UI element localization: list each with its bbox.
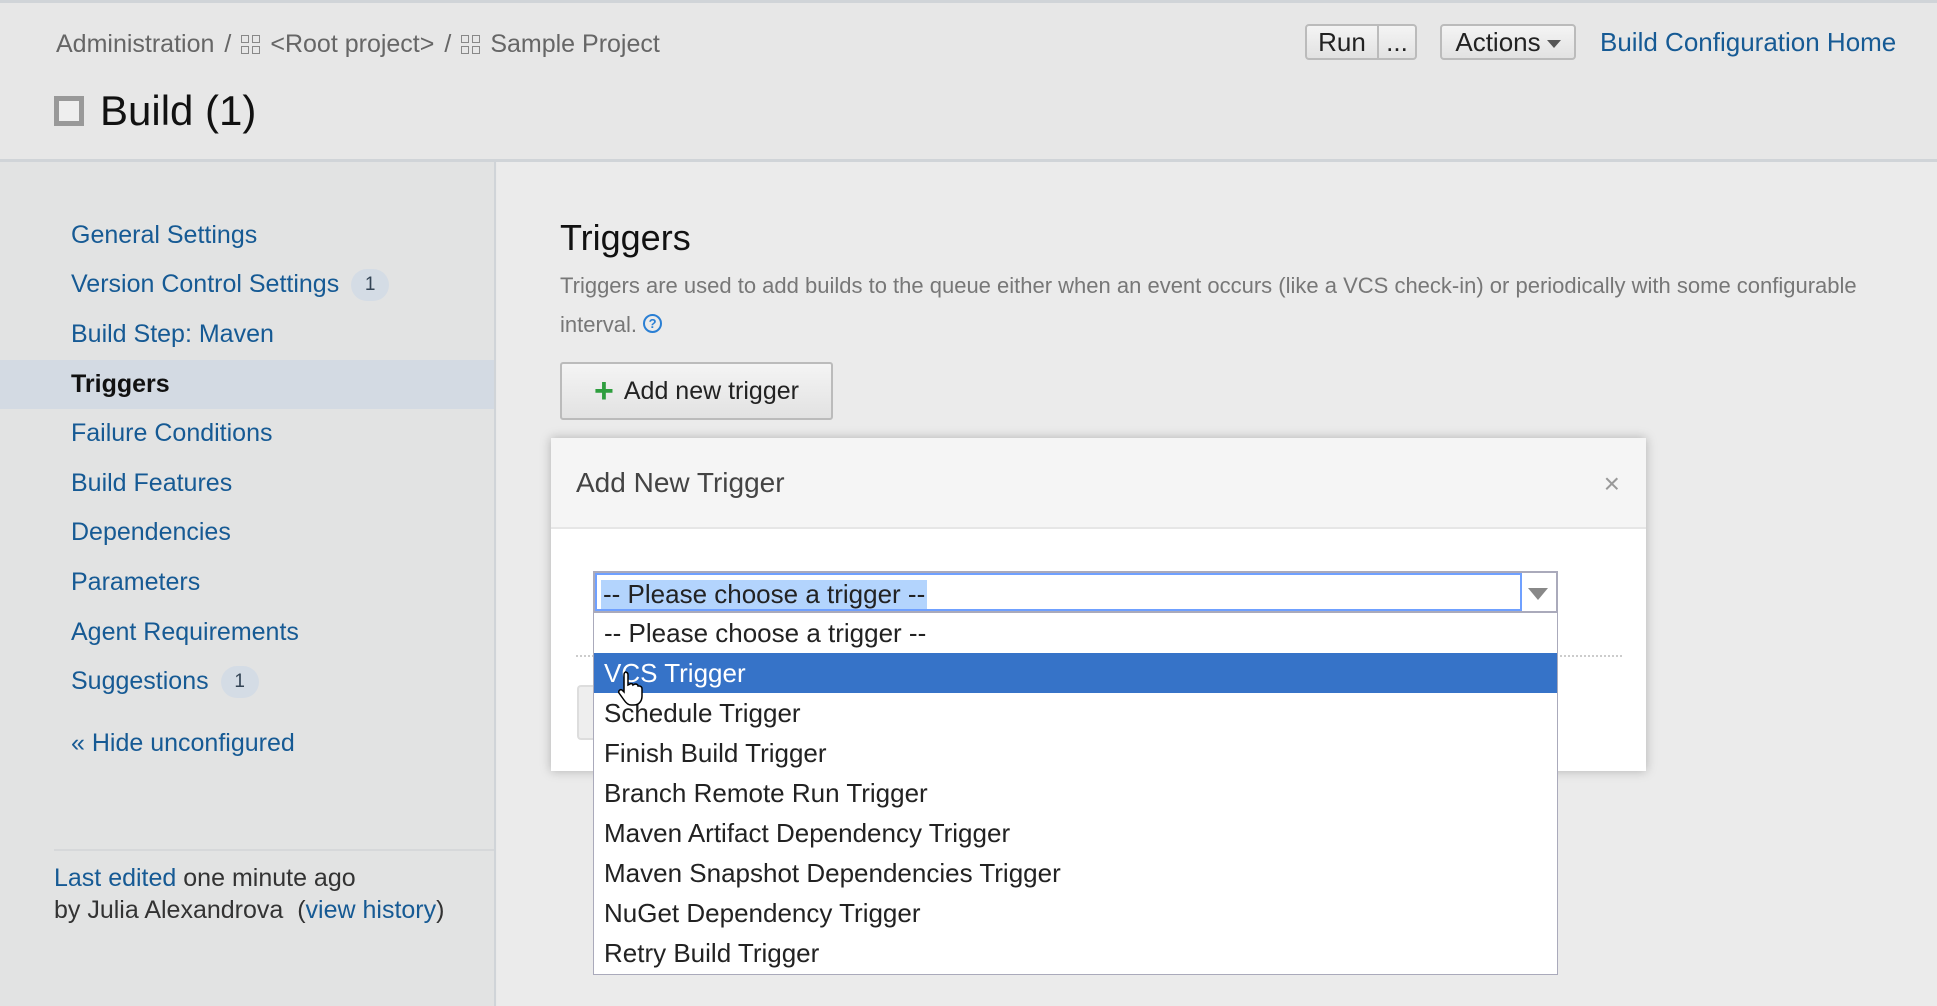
page-title-text: Build (1) — [100, 87, 257, 134]
count-badge: 1 — [351, 268, 390, 301]
option-maven-artifact-dependency-trigger[interactable]: Maven Artifact Dependency Trigger — [594, 813, 1557, 853]
sidebar-item-general-settings[interactable]: General Settings — [0, 211, 494, 260]
separator: / — [224, 30, 232, 58]
hide-unconfigured-link[interactable]: « Hide unconfigured — [0, 719, 494, 768]
actions-label: Actions — [1455, 26, 1541, 57]
option-please-choose[interactable]: -- Please choose a trigger -- — [594, 613, 1557, 653]
divider — [54, 849, 494, 851]
section-description: Triggers are used to add builds to the q… — [560, 266, 1860, 344]
select-value: -- Please choose a trigger -- — [601, 579, 928, 609]
sidebar-item-label: Suggestions — [71, 667, 209, 695]
hand-cursor-icon — [618, 671, 643, 706]
option-finish-build-trigger[interactable]: Finish Build Trigger — [594, 733, 1557, 773]
run-options-button[interactable]: ... — [1377, 24, 1417, 60]
sidebar-item-label: Triggers — [71, 370, 170, 398]
run-button[interactable]: Run — [1305, 24, 1379, 60]
breadcrumb: Administration / <Root project> / Sample… — [56, 30, 660, 59]
help-icon[interactable]: ? — [643, 314, 663, 333]
dialog-header: Add New Trigger — [551, 438, 1646, 529]
last-edited-time: one minute ago — [183, 864, 356, 892]
select-field: -- Please choose a trigger -- — [595, 573, 1522, 611]
option-schedule-trigger[interactable]: Schedule Trigger — [594, 693, 1557, 733]
build-status-icon — [54, 96, 84, 126]
separator: / — [444, 30, 452, 58]
breadcrumb-administration[interactable]: Administration — [56, 30, 214, 59]
sidebar-item-parameters[interactable]: Parameters — [0, 558, 494, 607]
sidebar-item-label: Version Control Settings — [71, 270, 340, 298]
dialog-title: Add New Trigger — [576, 466, 785, 498]
last-edited-by: by Julia Alexandrova — [54, 896, 284, 924]
last-edited-link[interactable]: Last edited — [54, 864, 176, 892]
last-edited-info: Last edited one minute ago by Julia Alex… — [54, 864, 445, 924]
option-vcs-trigger[interactable]: VCS Trigger — [594, 653, 1557, 693]
sidebar-item-build-step-maven[interactable]: Build Step: Maven — [0, 310, 494, 359]
trigger-type-select[interactable]: -- Please choose a trigger -- — [593, 571, 1558, 613]
sidebar-item-failure-conditions[interactable]: Failure Conditions — [0, 409, 494, 458]
option-nuget-dependency-trigger[interactable]: NuGet Dependency Trigger — [594, 893, 1557, 933]
close-icon[interactable]: × — [1604, 468, 1620, 500]
sidebar-item-dependencies[interactable]: Dependencies — [0, 508, 494, 557]
chevron-down-icon — [1546, 39, 1561, 48]
option-maven-snapshot-dependencies-trigger[interactable]: Maven Snapshot Dependencies Trigger — [594, 853, 1557, 893]
option-retry-build-trigger[interactable]: Retry Build Trigger — [594, 933, 1557, 973]
breadcrumb-root-project[interactable]: <Root project> — [270, 30, 434, 59]
breadcrumb-sample-project[interactable]: Sample Project — [490, 30, 660, 59]
sidebar-item-label: Dependencies — [71, 518, 231, 546]
page-title: Build (1) — [54, 87, 256, 135]
hide-unconfigured-label: « Hide unconfigured — [71, 729, 295, 757]
sidebar-item-build-features[interactable]: Build Features — [0, 459, 494, 508]
trigger-options-list: -- Please choose a trigger -- VCS Trigge… — [593, 613, 1558, 975]
sidebar-item-version-control-settings[interactable]: Version Control Settings 1 — [0, 260, 494, 309]
plus-icon: + — [594, 372, 614, 410]
sidebar-item-agent-requirements[interactable]: Agent Requirements — [0, 608, 494, 657]
project-icon — [241, 35, 261, 54]
project-icon — [461, 35, 481, 54]
view-history-link[interactable]: view history — [306, 896, 437, 924]
add-new-trigger-button[interactable]: + Add new trigger — [560, 362, 833, 420]
section-heading: Triggers — [560, 217, 691, 258]
chevron-down-icon[interactable] — [1528, 588, 1548, 600]
sidebar-item-label: Parameters — [71, 568, 201, 596]
sidebar-item-triggers[interactable]: Triggers — [0, 360, 494, 409]
sidebar: General Settings Version Control Setting… — [0, 162, 496, 1006]
count-badge: 1 — [220, 665, 259, 698]
page-header: Administration / <Root project> / Sample… — [0, 0, 1937, 162]
sidebar-item-label: General Settings — [71, 221, 258, 249]
sidebar-item-label: Agent Requirements — [71, 618, 299, 646]
actions-button[interactable]: Actions — [1440, 24, 1576, 60]
sidebar-item-label: Build Features — [71, 469, 233, 497]
build-configuration-home-link[interactable]: Build Configuration Home — [1600, 27, 1896, 58]
sidebar-item-label: Build Step: Maven — [71, 320, 274, 348]
description-text: Triggers are used to add builds to the q… — [560, 273, 1857, 337]
add-trigger-label: Add new trigger — [623, 376, 799, 405]
option-branch-remote-run-trigger[interactable]: Branch Remote Run Trigger — [594, 773, 1557, 813]
sidebar-item-suggestions[interactable]: Suggestions 1 — [0, 657, 494, 706]
sidebar-item-label: Failure Conditions — [71, 419, 273, 447]
